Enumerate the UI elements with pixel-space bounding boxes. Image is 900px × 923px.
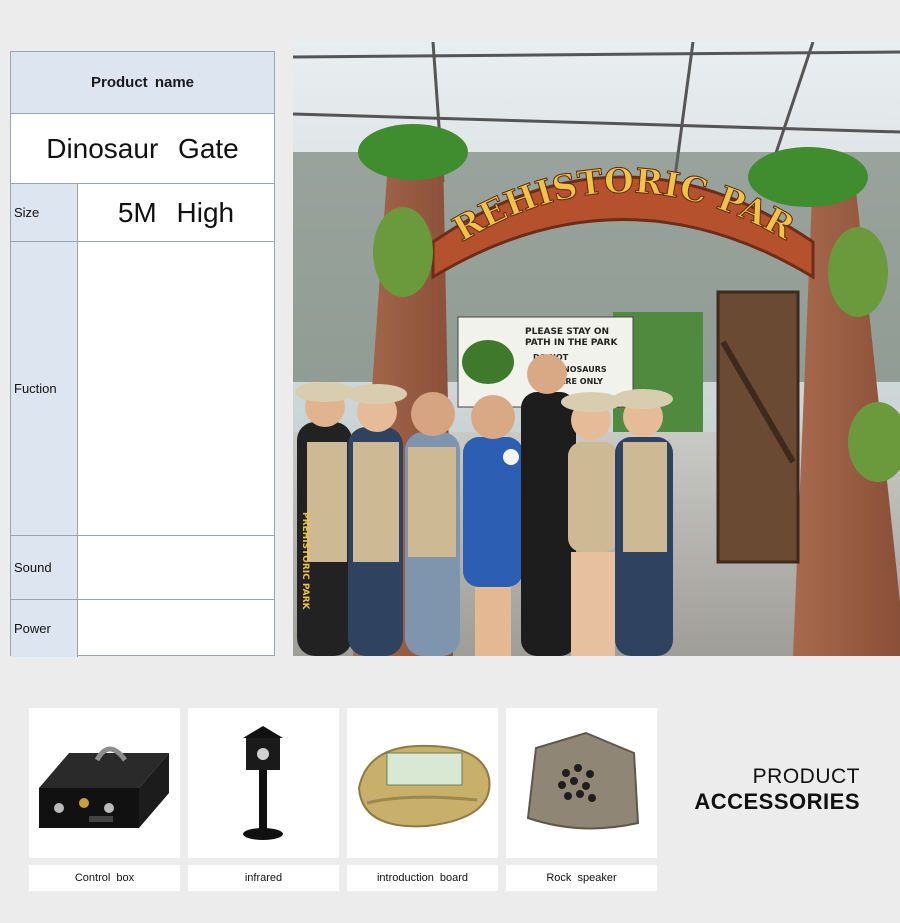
spec-label-function: Fuction — [11, 242, 78, 535]
spec-row-size: Size 5M High — [11, 184, 274, 242]
product-accessories-title: PRODUCT ACCESSORIES — [660, 765, 860, 815]
spec-value-size: 5M High — [117, 196, 235, 228]
spec-row-function: Fuction — [11, 242, 274, 536]
accessory-introduction-board: introduction board — [347, 708, 498, 891]
accessory-rock-speaker: Rock speaker — [506, 708, 657, 891]
spec-row-sound: Sound — [11, 536, 274, 600]
spec-header-label: Product name — [90, 74, 195, 91]
dinosaur-logo-icon — [462, 340, 514, 384]
vest-text: PREHISTORIC PARK — [300, 512, 310, 611]
product-name-cell: Dinosaur Gate — [11, 114, 274, 184]
spec-table: Product name Dinosaur Gate Size 5M High … — [10, 51, 275, 657]
gate-photo: PLEASE STAY ON PATH IN THE PARK DO NOT T… — [293, 42, 900, 656]
spec-value-function — [78, 242, 274, 535]
control-box-caption: Control box — [29, 865, 180, 891]
product-title-line2: ACCESSORIES — [694, 789, 860, 814]
spec-label-sound: Sound — [11, 536, 78, 599]
banner-line-2: PATH IN THE PARK — [525, 338, 618, 348]
rock-speaker-icon — [506, 708, 657, 858]
introduction-board-icon — [347, 708, 498, 858]
banner-line-1: PLEASE STAY ON — [525, 327, 609, 337]
group-of-people — [295, 354, 673, 656]
wooden-gate-door — [716, 290, 800, 564]
spec-label-power: Power — [11, 600, 78, 657]
product-title-line1: PRODUCT — [752, 765, 860, 788]
accessory-infrared: infrared — [188, 708, 339, 891]
spec-label-size: Size — [11, 184, 78, 241]
control-box-icon — [29, 708, 180, 858]
rock-speaker-caption: Rock speaker — [506, 865, 657, 891]
spec-row-power: Power — [11, 600, 274, 657]
accessory-control-box: Control box — [29, 708, 180, 891]
spec-header: Product name — [11, 52, 274, 114]
product-name: Dinosaur Gate — [46, 132, 239, 164]
spec-value-sound — [78, 536, 274, 599]
introduction-board-caption: introduction board — [347, 865, 498, 891]
infrared-caption: infrared — [188, 865, 339, 891]
infrared-sensor-icon — [188, 708, 339, 858]
spec-value-power — [78, 600, 274, 657]
gate-photo-illustration: PLEASE STAY ON PATH IN THE PARK DO NOT T… — [293, 42, 900, 656]
